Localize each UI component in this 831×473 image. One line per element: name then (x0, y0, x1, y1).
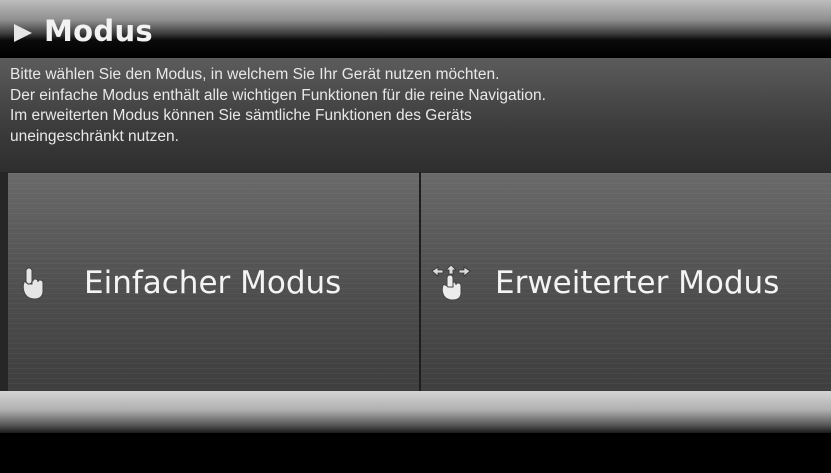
left-edge (0, 172, 8, 391)
description-line-2: Der einfache Modus enthält alle wichtige… (10, 86, 546, 104)
pointing-hand-icon (20, 266, 46, 300)
description-line-4: uneingeschränkt nutzen. (10, 127, 179, 145)
advanced-mode-label: Erweiterter Modus (495, 264, 780, 301)
simple-mode-label: Einfacher Modus (84, 264, 342, 301)
advanced-mode-button[interactable]: Erweiterter Modus (421, 172, 831, 392)
description-panel: Bitte wählen Sie den Modus, in welchem S… (0, 58, 831, 172)
simple-mode-button[interactable]: Einfacher Modus (8, 172, 419, 392)
page-title: Modus (44, 14, 153, 48)
bottom-bar (0, 433, 831, 473)
play-arrow-icon (14, 24, 32, 42)
description-line-1: Bitte wählen Sie den Modus, in welchem S… (10, 66, 500, 83)
footer-bar (0, 391, 831, 433)
description-text: Bitte wählen Sie den Modus, in welchem S… (10, 65, 820, 147)
description-line-3: Im erweiterten Modus können Sie sämtlich… (10, 107, 472, 124)
header-bar: Modus (0, 0, 831, 58)
hand-arrows-icon (429, 263, 473, 301)
